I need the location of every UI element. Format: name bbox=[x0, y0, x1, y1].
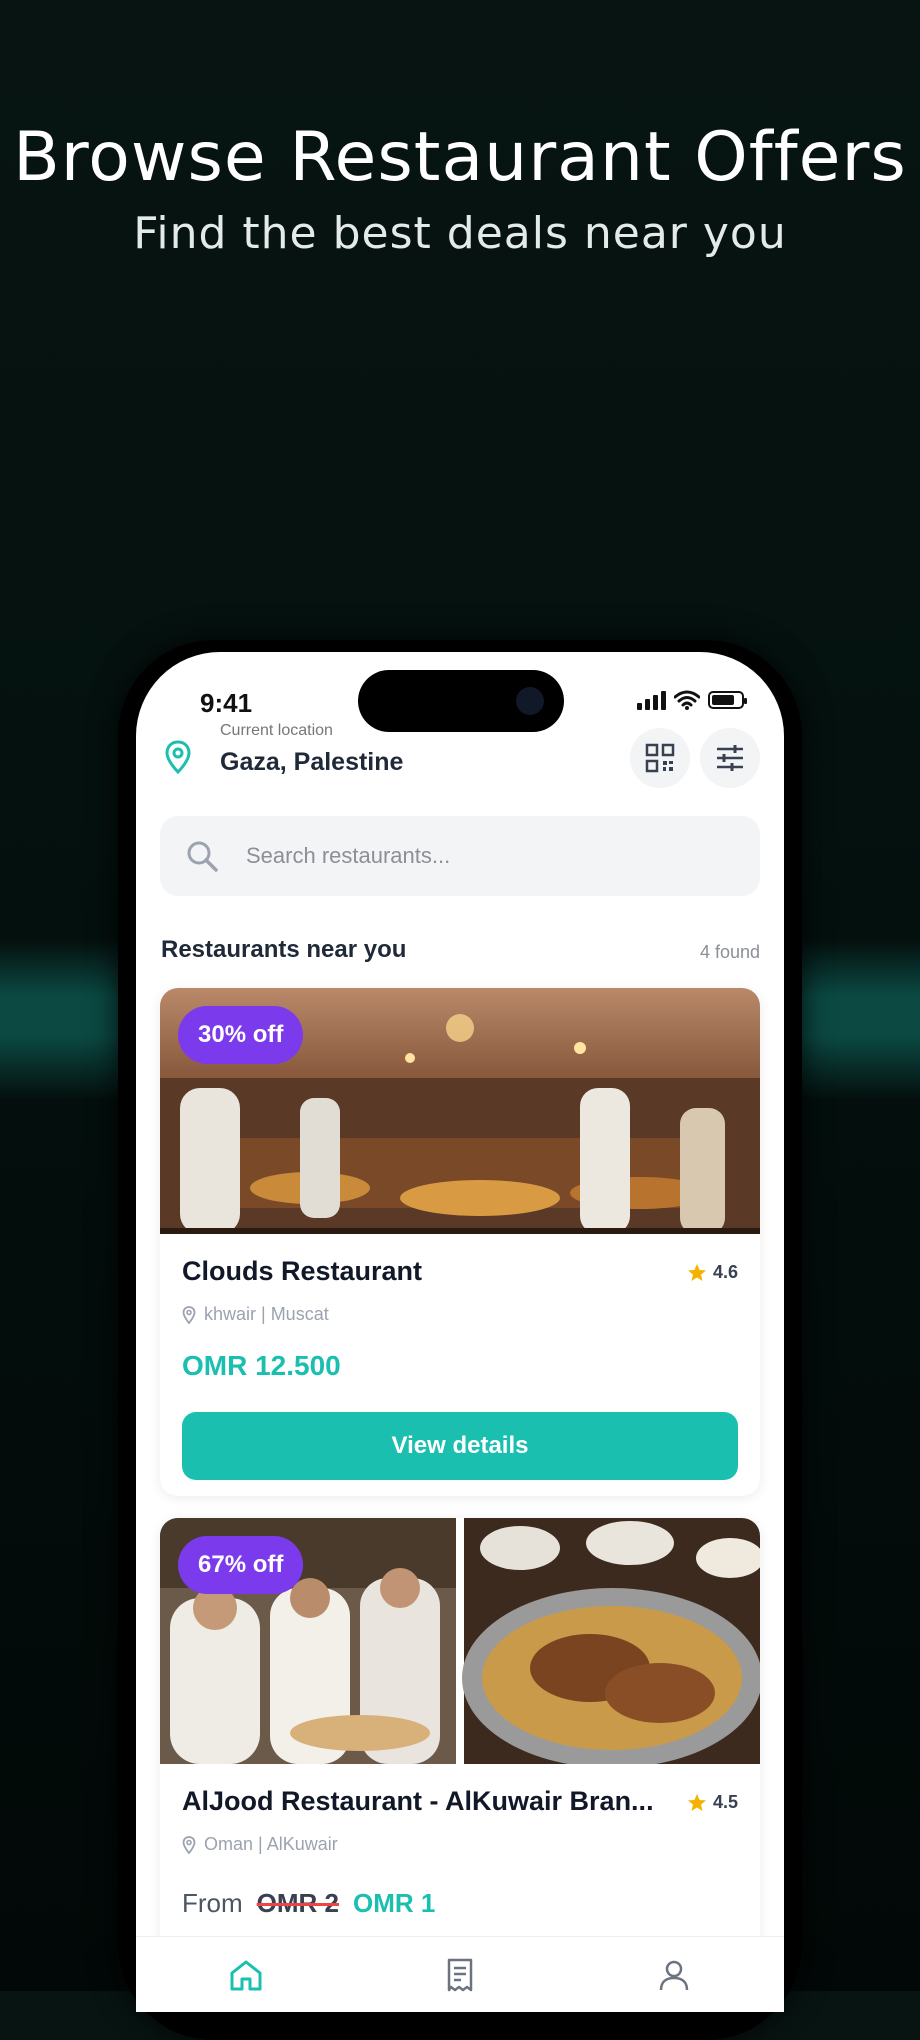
star-icon bbox=[687, 1263, 706, 1281]
camera-icon bbox=[516, 687, 544, 715]
restaurant-address: Oman | AlKuwair bbox=[182, 1834, 338, 1855]
battery-icon bbox=[708, 691, 747, 709]
qr-code-icon bbox=[645, 743, 675, 773]
search-icon bbox=[187, 841, 218, 872]
star-icon bbox=[687, 1793, 706, 1811]
dynamic-island bbox=[358, 670, 564, 732]
address-text: Oman | AlKuwair bbox=[204, 1834, 338, 1854]
signal-icon bbox=[637, 690, 666, 710]
view-details-button[interactable]: View details bbox=[182, 1412, 738, 1480]
tab-home[interactable] bbox=[226, 1955, 266, 1995]
bottom-tab-bar bbox=[136, 1936, 784, 2012]
wifi-icon bbox=[674, 690, 700, 710]
location-pin-icon bbox=[182, 1835, 196, 1854]
original-price: OMR 2 bbox=[256, 1888, 340, 1918]
status-time: 9:41 bbox=[200, 688, 253, 718]
app-screen: 9:41 Current location Gaza, Palestine Se… bbox=[136, 652, 784, 2012]
hero-title: Browse Restaurant Offers bbox=[13, 118, 907, 197]
address-text: khwair | Muscat bbox=[204, 1304, 329, 1324]
rating: 4.5 bbox=[687, 1792, 738, 1813]
section-title: Restaurants near you bbox=[161, 936, 407, 963]
results-count: 4 found bbox=[699, 942, 760, 962]
discount-badge: 30% off bbox=[178, 1006, 304, 1064]
hero-subtitle: Find the best deals near you bbox=[133, 208, 787, 259]
location-name[interactable]: Gaza, Palestine bbox=[220, 748, 403, 777]
rating-value: 4.5 bbox=[712, 1792, 738, 1812]
filter-button[interactable] bbox=[700, 728, 760, 788]
restaurant-card[interactable]: 30% off Clouds Restaurant 4.6 khwair | M… bbox=[160, 988, 760, 1496]
receipt-icon bbox=[447, 1958, 473, 1992]
price-from-label: From bbox=[182, 1888, 243, 1918]
rating: 4.6 bbox=[687, 1262, 738, 1283]
restaurant-name: Clouds Restaurant bbox=[182, 1256, 423, 1286]
discount-badge: 67% off bbox=[178, 1536, 304, 1594]
location-caption: Current location bbox=[220, 722, 333, 739]
status-icons bbox=[637, 690, 747, 710]
restaurant-name: AlJood Restaurant - AlKuwair Bran... bbox=[182, 1786, 654, 1816]
price: From OMR 2 OMR 1 bbox=[182, 1888, 435, 1919]
discounted-price: OMR 1 bbox=[353, 1888, 436, 1918]
price: OMR 12.500 bbox=[182, 1350, 341, 1381]
tab-profile[interactable] bbox=[654, 1955, 694, 1995]
search-bar[interactable] bbox=[160, 816, 760, 896]
qr-scan-button[interactable] bbox=[630, 728, 690, 788]
tab-orders[interactable] bbox=[440, 1955, 480, 1995]
rating-value: 4.6 bbox=[712, 1262, 738, 1282]
search-input[interactable] bbox=[246, 816, 726, 896]
filter-sliders-icon bbox=[717, 745, 743, 771]
location-pin-icon bbox=[182, 1305, 196, 1324]
location-header: Current location Gaza, Palestine bbox=[164, 722, 760, 798]
restaurant-address: khwair | Muscat bbox=[182, 1304, 329, 1325]
home-icon bbox=[230, 1960, 262, 1991]
profile-icon bbox=[659, 1960, 689, 1991]
location-pin-icon bbox=[165, 740, 191, 774]
